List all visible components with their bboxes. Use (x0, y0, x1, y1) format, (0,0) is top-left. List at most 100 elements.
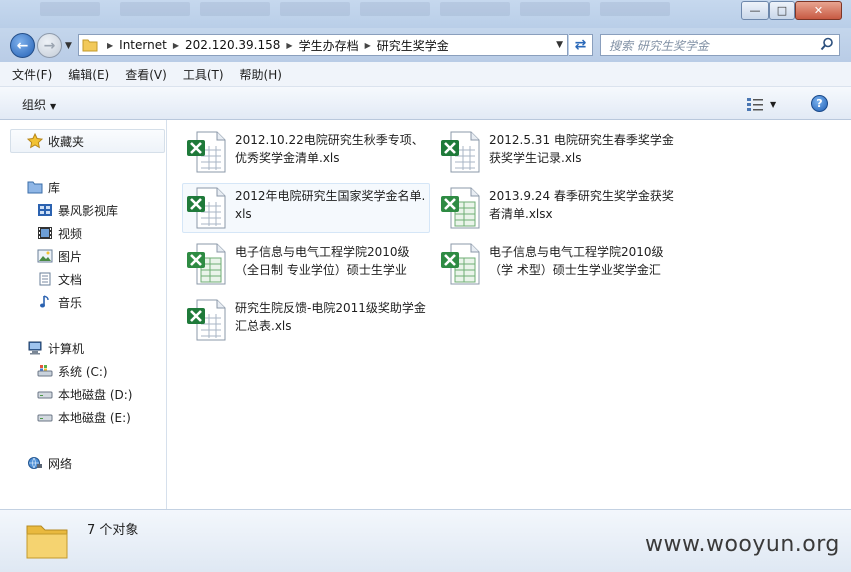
picture-icon (36, 248, 54, 264)
hard-drive-icon (36, 386, 54, 402)
network-icon (26, 455, 44, 471)
breadcrumb: ▶ Internet ▶ 202.120.39.158 ▶ 学生办存档 ▶ 研究… (101, 35, 449, 55)
nav-drive-label: 本地磁盘 (D:) (58, 387, 133, 402)
chevron-down-icon: ▼ (50, 102, 57, 111)
breadcrumb-host[interactable]: 202.120.39.158 (185, 38, 280, 52)
nav-item-documents[interactable]: 文档 (36, 269, 82, 289)
file-item[interactable]: 电子信息与电气工程学院2010级（学 术型）硕士生学业奖学金汇总... (437, 240, 685, 290)
file-name: 研究生院反馈-电院2011级奖助学金汇总表.xls (235, 301, 426, 333)
chevron-down-icon[interactable]: ▼ (556, 40, 563, 50)
nav-drive-label: 系统 (C:) (58, 364, 108, 379)
recent-pages-dropdown[interactable]: ▼ (65, 41, 72, 51)
file-name: 2012.5.31 电院研究生春季奖学金获奖学生记录.xls (489, 133, 674, 165)
menu-view[interactable]: 查看(V) (125, 66, 167, 83)
watermark: www.wooyun.org (645, 532, 840, 557)
command-bar: 组织 ▼ ▼ ? (0, 87, 851, 120)
breadcrumb-current[interactable]: 研究生奖学金 (377, 37, 449, 54)
menu-bar: 文件(F) 编辑(E) 查看(V) 工具(T) 帮助(H) (0, 62, 851, 87)
view-list-icon (747, 98, 763, 111)
nav-item-storm-video-library[interactable]: 暴风影视库 (36, 200, 118, 220)
file-item[interactable]: 2012.10.22电院研究生秋季专项、优秀奖学金清单.xls (183, 128, 431, 178)
nav-favorites[interactable]: 收藏夹 (26, 131, 84, 151)
nav-item-pictures[interactable]: 图片 (36, 246, 82, 266)
background-tab-ghost (120, 2, 190, 16)
nav-drive-e[interactable]: 本地磁盘 (E:) (36, 407, 131, 427)
nav-library[interactable]: 库 (26, 177, 60, 197)
nav-drive-c[interactable]: 系统 (C:) (36, 361, 108, 381)
chevron-right-icon[interactable]: ▶ (280, 41, 298, 50)
system-drive-icon (36, 363, 54, 379)
star-icon (26, 133, 44, 149)
file-item[interactable]: 2013.9.24 春季研究生奖学金获奖者清单.xlsx (437, 184, 685, 234)
excel-file-icon (437, 128, 485, 176)
file-item[interactable]: 研究生院反馈-电院2011级奖助学金汇总表.xls (183, 296, 431, 346)
search-placeholder: 搜索 研究生奖学金 (609, 38, 709, 53)
address-bar[interactable]: ▶ Internet ▶ 202.120.39.158 ▶ 学生办存档 ▶ 研究… (78, 34, 568, 56)
refresh-button[interactable]: ⇄ (569, 34, 593, 56)
document-icon (36, 271, 54, 287)
hard-drive-icon (36, 409, 54, 425)
file-list: 2012.10.22电院研究生秋季专项、优秀奖学金清单.xls 2012.5.3… (168, 120, 851, 509)
background-tab-ghost (360, 2, 430, 16)
chevron-right-icon[interactable]: ▶ (101, 41, 119, 50)
menu-tools[interactable]: 工具(T) (183, 66, 224, 83)
background-tab-ghost (440, 2, 510, 16)
nav-computer-label: 计算机 (48, 341, 85, 356)
file-name: 电子信息与电气工程学院2010级（学 术型）硕士生学业奖学金汇总... (489, 245, 664, 277)
nav-drive-label: 本地磁盘 (E:) (58, 410, 131, 425)
menu-file[interactable]: 文件(F) (12, 66, 52, 83)
address-bar-row: ← → ▼ ▶ Internet ▶ 202.120.39.158 ▶ 学生办存… (0, 28, 851, 62)
nav-item-label: 文档 (58, 272, 83, 287)
background-tab-ghost (200, 2, 270, 16)
search-input[interactable]: 搜索 研究生奖学金 (600, 34, 840, 56)
file-item[interactable]: 电子信息与电气工程学院2010级（全日制 专业学位）硕士生学业奖... (183, 240, 431, 290)
navigation-pane: 收藏夹 库 暴风影视库 视频 图片 文档 音乐 计算机 系统 (C:) 本地磁盘… (0, 120, 167, 509)
excel-file-icon (183, 184, 231, 232)
background-tab-ghost (600, 2, 670, 16)
organize-button[interactable]: 组织 ▼ (22, 96, 56, 113)
menu-help[interactable]: 帮助(H) (240, 66, 282, 83)
nav-item-label: 暴风影视库 (58, 203, 119, 218)
file-item[interactable]: 2012.5.31 电院研究生春季奖学金获奖学生记录.xls (437, 128, 685, 178)
nav-item-label: 音乐 (58, 295, 83, 310)
maximize-button[interactable]: □ (769, 1, 795, 20)
nav-network[interactable]: 网络 (26, 453, 72, 473)
chevron-right-icon[interactable]: ▶ (167, 41, 185, 50)
background-tab-ghost (520, 2, 590, 16)
chevron-down-icon: ▼ (770, 99, 777, 109)
nav-item-label: 视频 (58, 226, 83, 241)
search-icon[interactable] (820, 37, 834, 54)
excel-xlsx-file-icon (437, 240, 485, 288)
nav-computer[interactable]: 计算机 (26, 338, 84, 358)
excel-xlsx-file-icon (183, 240, 231, 288)
help-icon: ? (816, 97, 823, 110)
nav-item-videos[interactable]: 视频 (36, 223, 82, 243)
excel-file-icon (183, 296, 231, 344)
file-name: 2012.10.22电院研究生秋季专项、优秀奖学金清单.xls (235, 133, 424, 165)
organize-label: 组织 (22, 98, 47, 112)
film-icon (36, 225, 54, 241)
breadcrumb-internet[interactable]: Internet (119, 38, 167, 52)
chevron-right-icon[interactable]: ▶ (359, 41, 377, 50)
file-item-selected[interactable]: 2012年电院研究生国家奖学金名单.xls (182, 183, 430, 233)
file-name: 2013.9.24 春季研究生奖学金获奖者清单.xlsx (489, 189, 674, 221)
video-library-icon (36, 202, 54, 218)
nav-item-label: 图片 (58, 249, 83, 264)
forward-button[interactable]: → (37, 33, 62, 58)
nav-favorites-label: 收藏夹 (48, 134, 85, 149)
library-icon (26, 179, 44, 195)
title-bar: — □ ✕ (0, 0, 851, 28)
minimize-button[interactable]: — (741, 1, 769, 20)
back-button[interactable]: ← (10, 33, 35, 58)
nav-item-music[interactable]: 音乐 (36, 292, 82, 312)
menu-edit[interactable]: 编辑(E) (68, 66, 109, 83)
change-view-button[interactable]: ▼ (746, 95, 786, 113)
folder-icon (79, 35, 101, 55)
help-button[interactable]: ? (811, 95, 828, 112)
close-button[interactable]: ✕ (795, 1, 842, 20)
breadcrumb-archive[interactable]: 学生办存档 (299, 37, 359, 54)
nav-drive-d[interactable]: 本地磁盘 (D:) (36, 384, 132, 404)
background-tab-ghost (40, 2, 100, 16)
excel-file-icon (183, 128, 231, 176)
item-count: 7 个对象 (87, 523, 139, 538)
